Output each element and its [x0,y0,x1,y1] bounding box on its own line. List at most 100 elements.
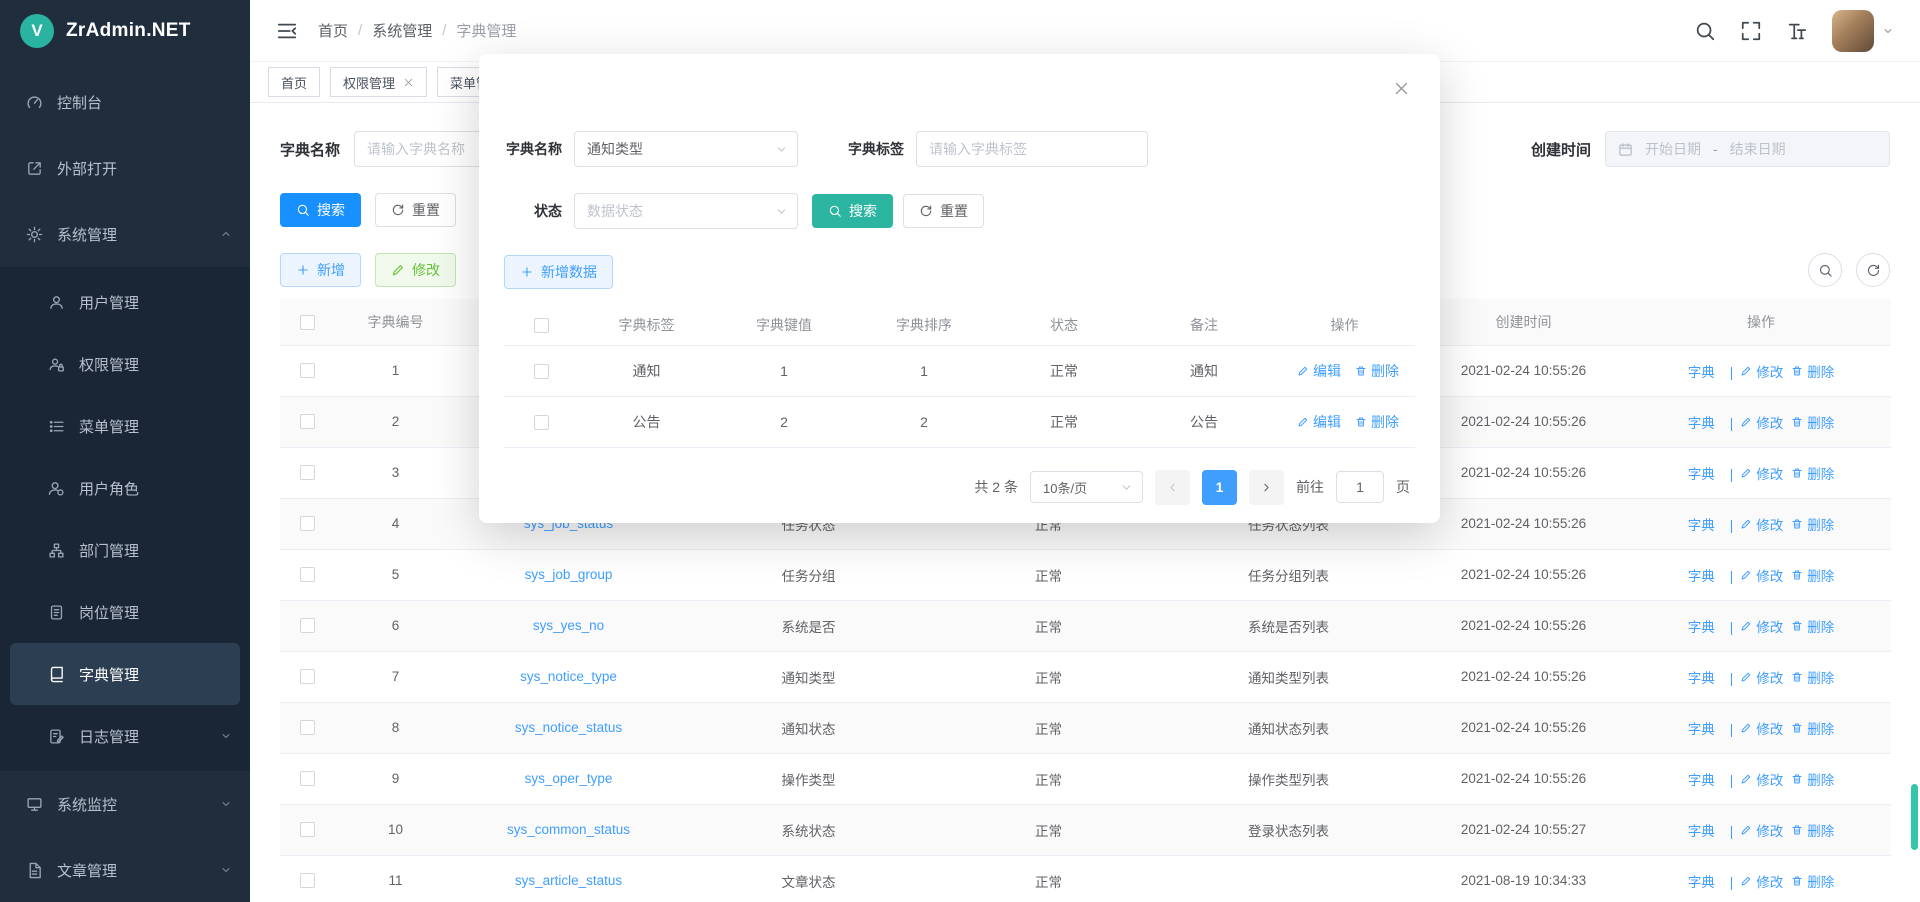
delete-row-link[interactable]: 删除 [1791,412,1834,432]
row-checkbox[interactable] [300,567,315,582]
dict-data-link[interactable]: 字典 [1688,514,1715,534]
dialog-status-select[interactable]: 数据状态 [574,193,798,229]
page-1-button[interactable]: 1 [1202,470,1237,505]
dict-data-link[interactable]: 字典 [1688,361,1715,381]
tab-permission[interactable]: 权限管理 [330,67,427,97]
sidebar-item-dashboard[interactable]: 控制台 [0,69,250,135]
date-range-picker[interactable]: 开始日期 - 结束日期 [1605,131,1890,167]
row-checkbox[interactable] [300,363,315,378]
delete-row-link[interactable]: 删除 [1791,769,1834,789]
dict-type-link[interactable]: sys_notice_status [515,720,622,735]
refresh-table-button[interactable] [1856,253,1890,287]
font-size-icon[interactable] [1786,20,1808,42]
sidebar-item-user-mgmt[interactable]: 用户管理 [0,271,250,333]
delete-row-link[interactable]: 删除 [1791,565,1834,585]
delete-row-link[interactable]: 删除 [1791,667,1834,687]
row-checkbox[interactable] [300,618,315,633]
dict-data-link[interactable]: 字典 [1688,616,1715,636]
edit-row-link[interactable]: 编辑 [1297,361,1341,381]
dict-data-link[interactable]: 字典 [1688,718,1715,738]
dict-data-link[interactable]: 字典 [1688,871,1715,891]
goto-page-input[interactable] [1336,471,1384,503]
edit-row-link[interactable]: 修改 [1740,616,1783,636]
row-checkbox[interactable] [300,822,315,837]
row-checkbox[interactable] [300,414,315,429]
delete-row-link[interactable]: 删除 [1355,361,1399,381]
dict-data-link[interactable]: 字典 [1688,769,1715,789]
dialog-search-button[interactable]: 搜索 [812,194,893,228]
header-search-icon[interactable] [1694,20,1716,42]
delete-row-link[interactable]: 删除 [1791,820,1834,840]
delete-row-link[interactable]: 删除 [1791,871,1834,891]
row-checkbox[interactable] [300,669,315,684]
reset-button[interactable]: 重置 [375,193,456,227]
row-checkbox[interactable] [300,516,315,531]
breadcrumb-item[interactable]: 首页 [318,20,348,41]
delete-row-link[interactable]: 删除 [1791,718,1834,738]
dict-data-link[interactable]: 字典 [1688,820,1715,840]
dict-data-link[interactable]: 字典 [1688,463,1715,483]
sidebar-item-dept-mgmt[interactable]: 部门管理 [0,519,250,581]
row-checkbox[interactable] [300,771,315,786]
edit-row-link[interactable]: 修改 [1740,820,1783,840]
sidebar-collapse-icon[interactable] [276,20,298,42]
add-button[interactable]: 新增 [280,253,361,287]
dialog-add-data-button[interactable]: 新增数据 [504,255,613,289]
sidebar-item-post-mgmt[interactable]: 岗位管理 [0,581,250,643]
dialog-dict-name-select[interactable]: 通知类型 [574,131,798,167]
delete-row-link[interactable]: 删除 [1791,361,1834,381]
dialog-reset-button[interactable]: 重置 [903,194,984,228]
delete-row-link[interactable]: 删除 [1791,514,1834,534]
dict-type-link[interactable]: sys_notice_type [520,669,617,684]
delete-row-link[interactable]: 删除 [1791,616,1834,636]
brand[interactable]: V ZrAdmin.NET [0,0,250,61]
search-button[interactable]: 搜索 [280,193,361,227]
edit-row-link[interactable]: 修改 [1740,361,1783,381]
edit-row-link[interactable]: 修改 [1740,718,1783,738]
edit-row-link[interactable]: 编辑 [1297,412,1341,432]
row-checkbox[interactable] [300,465,315,480]
row-checkbox[interactable] [534,364,549,379]
select-all-checkbox[interactable] [534,318,549,333]
next-page-button[interactable] [1249,470,1284,505]
toggle-search-button[interactable] [1808,253,1842,287]
row-checkbox[interactable] [300,873,315,888]
sidebar-item-article-mgmt[interactable]: 文章管理 [0,837,250,902]
delete-row-link[interactable]: 删除 [1791,463,1834,483]
edit-row-link[interactable]: 修改 [1740,871,1783,891]
sidebar-item-system-monitor[interactable]: 系统监控 [0,771,250,837]
breadcrumb-item[interactable]: 系统管理 [372,20,432,41]
select-all-checkbox[interactable] [300,315,315,330]
dialog-dict-label-input[interactable] [916,131,1148,167]
edit-row-link[interactable]: 修改 [1740,514,1783,534]
sidebar-item-menu-mgmt[interactable]: 菜单管理 [0,395,250,457]
sidebar-item-external-open[interactable]: 外部打开 [0,135,250,201]
sidebar-item-log-mgmt[interactable]: 日志管理 [0,705,250,767]
row-checkbox[interactable] [534,415,549,430]
dict-type-link[interactable]: sys_job_group [525,567,613,582]
dict-type-link[interactable]: sys_common_status [507,822,630,837]
row-checkbox[interactable] [300,720,315,735]
edit-row-link[interactable]: 修改 [1740,769,1783,789]
dict-type-link[interactable]: sys_article_status [515,873,622,888]
dialog-close-icon[interactable] [1393,80,1410,97]
dict-type-link[interactable]: sys_oper_type [525,771,613,786]
sidebar-item-system-mgmt[interactable]: 系统管理 [0,201,250,267]
sidebar-item-user-role[interactable]: 用户角色 [0,457,250,519]
dict-data-link[interactable]: 字典 [1688,412,1715,432]
dict-data-link[interactable]: 字典 [1688,667,1715,687]
dict-data-link[interactable]: 字典 [1688,565,1715,585]
delete-row-link[interactable]: 删除 [1355,412,1399,432]
prev-page-button[interactable] [1155,470,1190,505]
edit-row-link[interactable]: 修改 [1740,412,1783,432]
tab-home[interactable]: 首页 [268,67,320,97]
edit-row-link[interactable]: 修改 [1740,463,1783,483]
fullscreen-icon[interactable] [1740,20,1762,42]
edit-row-link[interactable]: 修改 [1740,565,1783,585]
edit-button[interactable]: 修改 [375,253,456,287]
scrollbar-thumb[interactable] [1911,784,1918,850]
user-menu[interactable] [1832,10,1894,52]
dict-type-link[interactable]: sys_yes_no [533,618,604,633]
sidebar-item-dict-mgmt[interactable]: 字典管理 [10,643,240,705]
sidebar-item-permission-mgmt[interactable]: 权限管理 [0,333,250,395]
